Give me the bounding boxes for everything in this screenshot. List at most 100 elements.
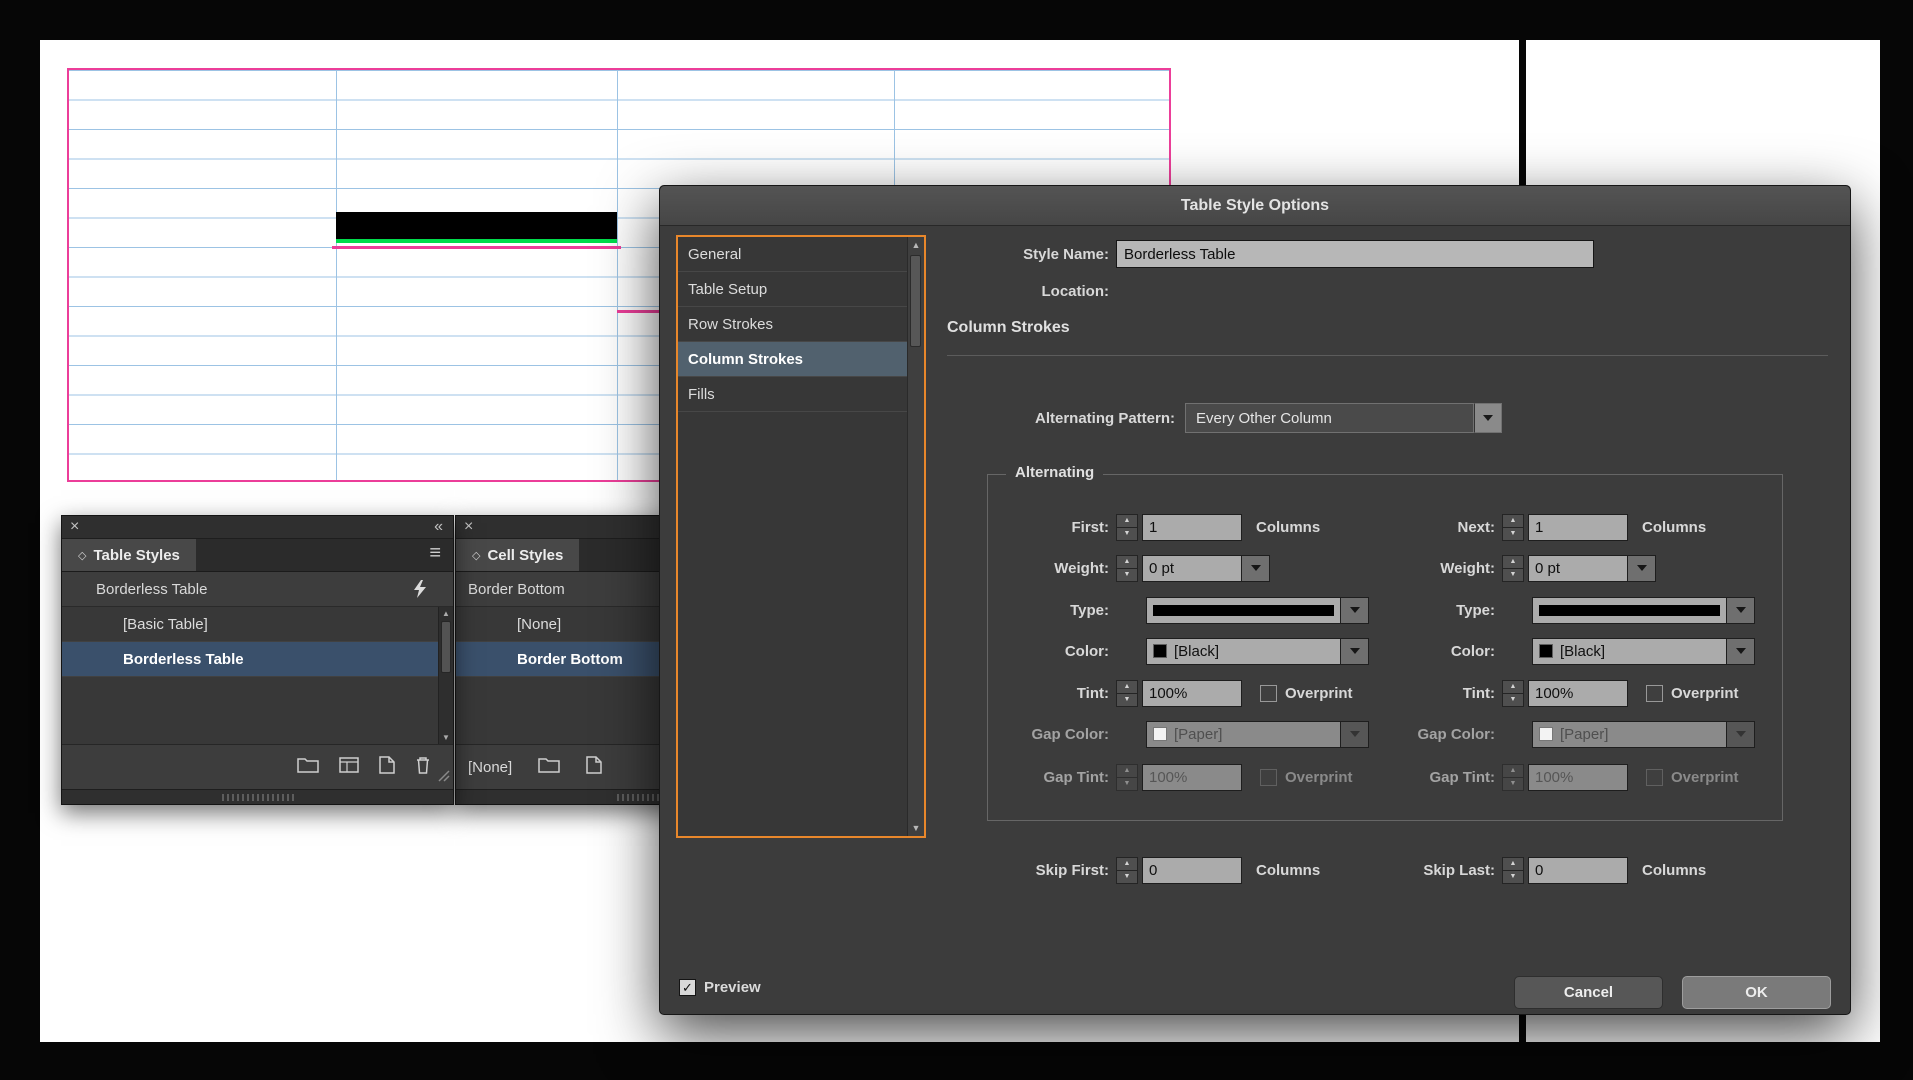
weight-stepper-left[interactable]: ▲ ▼ (1116, 554, 1138, 582)
dropdown-arrow-icon[interactable] (1474, 403, 1502, 433)
close-icon[interactable]: × (70, 516, 79, 538)
skip-first-field[interactable] (1142, 856, 1242, 884)
tint-field-left[interactable] (1142, 679, 1242, 707)
delete-style-trash-icon[interactable] (415, 756, 431, 779)
style-name-label: Style Name: (1023, 245, 1109, 263)
stepper-down-icon[interactable]: ▼ (1503, 528, 1523, 540)
scroll-up-icon[interactable]: ▲ (439, 609, 453, 618)
gap-overprint-checkbox-left (1260, 768, 1277, 786)
stepper-up-icon[interactable]: ▲ (1117, 556, 1137, 569)
category-fills[interactable]: Fills (678, 377, 907, 412)
close-icon[interactable]: × (464, 516, 473, 538)
dialog-title-bar[interactable]: Table Style Options (660, 186, 1850, 226)
gap-overprint-checkbox-right (1646, 768, 1663, 786)
tint-field-right[interactable] (1528, 679, 1628, 707)
tab-label: Cell Styles (487, 546, 564, 564)
list-scrollbar[interactable]: ▲ ▼ (438, 607, 453, 744)
cancel-button[interactable]: Cancel (1514, 976, 1663, 1009)
style-group-folder-icon[interactable] (538, 756, 560, 778)
color-field[interactable]: [Black] (1532, 637, 1727, 665)
stepper-up-icon: ▲ (1503, 765, 1523, 778)
list-item-borderless-table[interactable]: Borderless Table (62, 642, 453, 677)
alternating-pattern-value[interactable]: Every Other Column (1185, 403, 1474, 433)
category-general[interactable]: General (678, 237, 907, 272)
alternating-pattern-dropdown[interactable]: Every Other Column (1185, 403, 1502, 433)
dropdown-arrow-icon[interactable] (1242, 554, 1270, 582)
tint-stepper-left[interactable]: ▲ ▼ (1116, 679, 1138, 707)
category-row-strokes[interactable]: Row Strokes (678, 307, 907, 342)
stroke-color-dropdown-right[interactable]: [Black] (1532, 637, 1755, 665)
tab-table-styles[interactable]: ◇ Table Styles (62, 539, 196, 571)
next-count-field[interactable] (1528, 513, 1628, 541)
stroke-type-preview[interactable] (1532, 596, 1727, 624)
resize-grip-icon[interactable] (438, 769, 450, 787)
weight-field-left[interactable] (1142, 554, 1242, 582)
tint-stepper-right[interactable]: ▲ ▼ (1502, 679, 1524, 707)
break-link-label: [None] (468, 758, 513, 776)
overprint-checkbox-right[interactable] (1646, 684, 1663, 702)
gap-tint-field-right (1528, 763, 1628, 791)
ok-button[interactable]: OK (1682, 976, 1831, 1009)
gap-tint-stepper-right: ▲ ▼ (1502, 763, 1524, 791)
list-item-basic-table[interactable]: [Basic Table] (62, 607, 453, 642)
first-count-field[interactable] (1142, 513, 1242, 541)
category-label: Fills (688, 385, 715, 403)
panel-toolbar (62, 745, 453, 789)
preview-checkbox[interactable]: ✓ (679, 979, 696, 996)
style-name-input[interactable] (1116, 240, 1594, 268)
stepper-up-icon[interactable]: ▲ (1503, 681, 1523, 694)
skip-last-field[interactable] (1528, 856, 1628, 884)
skip-first-stepper[interactable]: ▲ ▼ (1116, 856, 1138, 884)
new-style-icon[interactable] (379, 755, 395, 779)
panel-options-icon[interactable] (339, 756, 359, 778)
overprint-checkbox-left[interactable] (1260, 684, 1277, 702)
tab-cell-styles[interactable]: ◇ Cell Styles (456, 539, 580, 571)
weight-field-right[interactable] (1528, 554, 1628, 582)
stepper-up-icon: ▲ (1117, 765, 1137, 778)
stepper-up-icon[interactable]: ▲ (1503, 515, 1523, 528)
scroll-thumb[interactable] (441, 621, 451, 673)
skip-last-stepper[interactable]: ▲ ▼ (1502, 856, 1524, 884)
gap-color-value: [Paper] (1174, 725, 1223, 743)
category-table-setup[interactable]: Table Setup (678, 272, 907, 307)
type-label: Type: (1456, 601, 1495, 619)
category-column-strokes[interactable]: Column Strokes (678, 342, 907, 377)
stepper-up-icon[interactable]: ▲ (1117, 515, 1137, 528)
stepper-up-icon[interactable]: ▲ (1503, 556, 1523, 569)
scroll-down-icon[interactable]: ▼ (908, 823, 924, 833)
gap-color-label: Gap Color: (1417, 725, 1496, 743)
stepper-down-icon[interactable]: ▼ (1503, 569, 1523, 581)
stepper-down-icon[interactable]: ▼ (1503, 694, 1523, 706)
current-table-style-row[interactable]: Borderless Table (62, 572, 453, 607)
scroll-down-icon[interactable]: ▼ (439, 733, 453, 742)
weight-stepper-right[interactable]: ▲ ▼ (1502, 554, 1524, 582)
style-group-folder-icon[interactable] (297, 756, 319, 778)
stroke-type-dropdown-right[interactable] (1532, 596, 1755, 624)
panel-drag-grip[interactable] (221, 794, 294, 801)
new-style-icon[interactable] (586, 755, 602, 779)
table-selected-stroke (332, 246, 621, 249)
color-value: [Black] (1560, 642, 1606, 660)
dropdown-arrow-icon[interactable] (1727, 637, 1755, 665)
next-stepper[interactable]: ▲ ▼ (1502, 513, 1524, 541)
stepper-down-icon[interactable]: ▼ (1117, 569, 1137, 581)
collapse-panel-icon[interactable]: « (434, 516, 443, 538)
stepper-down-icon[interactable]: ▼ (1117, 871, 1137, 883)
dropdown-arrow-icon[interactable] (1628, 554, 1656, 582)
stepper-down-icon[interactable]: ▼ (1117, 694, 1137, 706)
panel-menu-icon[interactable]: ≡ (429, 542, 441, 565)
dropdown-arrow-icon[interactable] (1727, 596, 1755, 624)
gap-color-value: [Paper] (1560, 725, 1609, 743)
stepper-down-icon: ▼ (1509, 780, 1517, 787)
stepper-up-icon[interactable]: ▲ (1503, 858, 1523, 871)
stepper-down-icon[interactable]: ▼ (1503, 871, 1523, 883)
first-stepper[interactable]: ▲ ▼ (1116, 513, 1138, 541)
stepper-up-icon[interactable]: ▲ (1117, 681, 1137, 694)
stepper-down-icon[interactable]: ▼ (1117, 528, 1137, 540)
skip-first-label: Skip First: (1035, 861, 1109, 879)
dialog-category-list: General Table Setup Row Strokes Column S… (676, 235, 926, 838)
stepper-up-icon[interactable]: ▲ (1117, 858, 1137, 871)
panel-top-bar[interactable]: × « (62, 516, 453, 539)
table-header-cell-black (336, 212, 617, 239)
category-label: Row Strokes (688, 315, 774, 333)
